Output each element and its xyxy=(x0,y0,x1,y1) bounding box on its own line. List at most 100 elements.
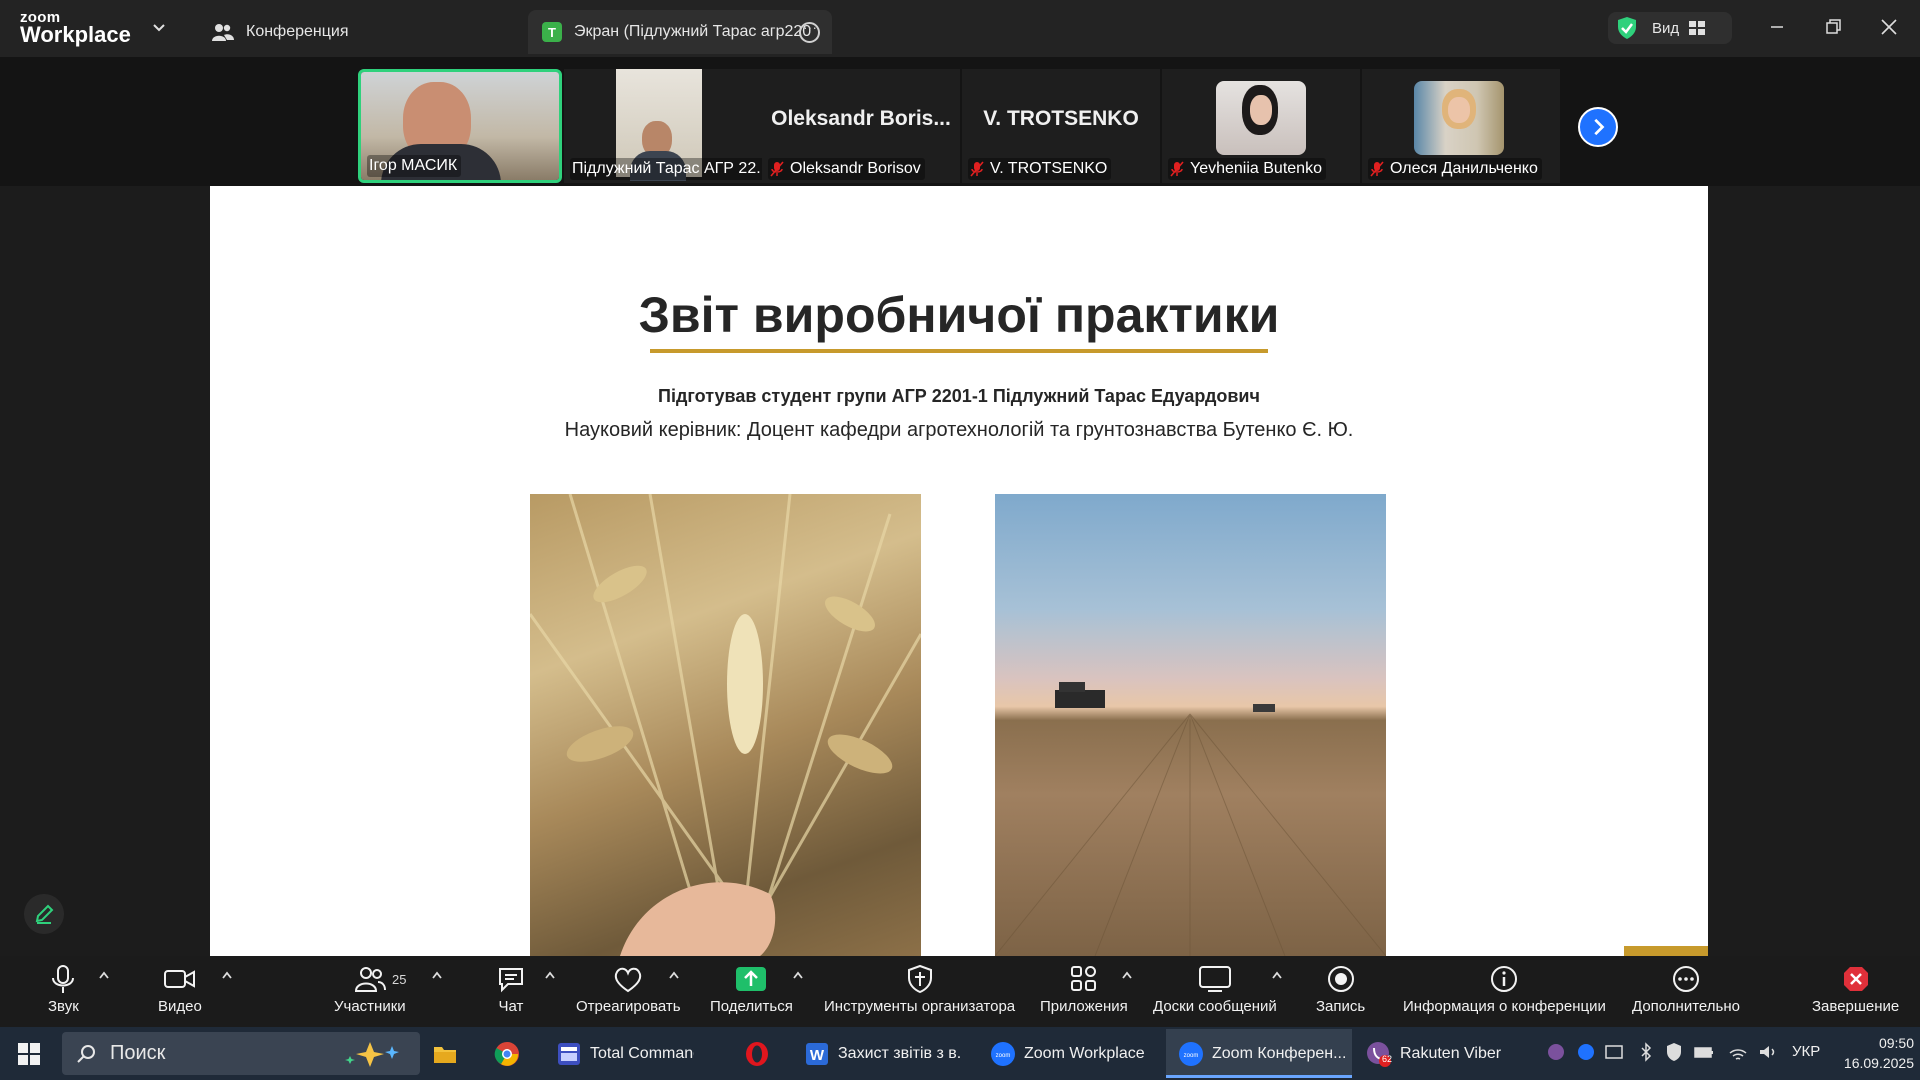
share-screen-icon xyxy=(736,967,767,991)
taskbar-item-label: Zoom Конферен... xyxy=(1212,1044,1347,1062)
clock-date: 16.09.2025 xyxy=(1843,1055,1914,1071)
title-bar: zoom Workplace Конференция T Экран (Підл… xyxy=(0,0,1920,57)
bluetooth-icon[interactable] xyxy=(1636,1041,1656,1063)
taskbar-chrome[interactable] xyxy=(494,1029,536,1078)
taskbar-search[interactable]: Поиск xyxy=(62,1032,420,1075)
participant-tile[interactable]: Олеся Данильченко xyxy=(1362,69,1560,183)
participant-tile[interactable]: Oleksandr Boris... Oleksandr Borisov xyxy=(762,69,960,183)
chevron-up-icon[interactable] xyxy=(668,970,680,980)
taskbar-item-label: Zoom Workplace xyxy=(1024,1044,1145,1062)
chat-button[interactable]: Чат xyxy=(496,964,526,1024)
zoom-icon: zoom xyxy=(1179,1041,1203,1066)
svg-text:zoom: zoom xyxy=(996,1053,1011,1059)
wifi-icon[interactable] xyxy=(1728,1041,1748,1063)
taskbar-file-explorer[interactable] xyxy=(432,1029,474,1078)
more-options-icon[interactable] xyxy=(799,19,820,43)
brand-large: Workplace xyxy=(20,22,131,47)
taskbar-zoom-workplace[interactable]: zoom Zoom Workplace xyxy=(990,1029,1160,1078)
mic-muted-icon xyxy=(1370,161,1384,177)
apps-button[interactable]: Приложения xyxy=(1040,964,1128,1024)
react-button[interactable]: Отреагировать xyxy=(576,964,681,1024)
shared-screen: Звіт виробничої практики Підготував студ… xyxy=(0,186,1920,956)
video-button[interactable]: Видео xyxy=(158,964,202,1024)
minimize-icon[interactable] xyxy=(1764,14,1790,40)
chrome-icon xyxy=(494,1041,519,1066)
restore-icon[interactable] xyxy=(1820,14,1846,40)
opera-icon xyxy=(746,1041,768,1066)
taskbar-opera[interactable] xyxy=(744,1029,786,1078)
windows-start-icon[interactable] xyxy=(18,1043,40,1065)
view-label: Вид xyxy=(1652,19,1680,37)
folder-icon xyxy=(434,1046,456,1063)
end-meeting-button[interactable]: Завершение xyxy=(1812,964,1899,1024)
more-button[interactable]: Дополнительно xyxy=(1632,964,1740,1024)
participant-tile[interactable]: Yevheniia Butenko xyxy=(1162,69,1360,183)
participants-label: Участники xyxy=(334,998,406,1015)
shield-icon xyxy=(907,964,932,994)
participant-strip: Ігор МАСИК Підлужний Тарас АГР 22... Ole… xyxy=(0,57,1920,186)
chevron-up-icon[interactable] xyxy=(221,970,233,980)
slide-accent-bar xyxy=(1624,946,1708,956)
zoom-tray-icon[interactable] xyxy=(1576,1041,1596,1063)
chevron-up-icon[interactable] xyxy=(792,970,804,980)
mic-muted-icon xyxy=(1170,161,1184,177)
tab-meeting[interactable]: Конференция xyxy=(212,10,349,54)
system-clock[interactable]: 09:50 16.09.2025 xyxy=(1834,1033,1914,1073)
end-meeting-icon xyxy=(1843,967,1868,991)
volume-icon[interactable] xyxy=(1758,1041,1778,1063)
zoom-workplace-logo[interactable]: zoom Workplace xyxy=(20,10,131,46)
tab-screen-share[interactable]: T Экран (Підлужний Тарас агр220 xyxy=(528,10,832,54)
participant-tile[interactable]: Ігор МАСИК xyxy=(358,69,562,183)
viber-tray-icon[interactable] xyxy=(1546,1041,1566,1063)
host-tools-button[interactable]: Инструменты организатора xyxy=(824,964,1015,1024)
more-icon xyxy=(1672,966,1699,992)
people-icon xyxy=(212,24,234,41)
chevron-up-icon[interactable] xyxy=(1271,970,1283,980)
record-button[interactable]: Запись xyxy=(1316,964,1365,1024)
chevron-up-icon[interactable] xyxy=(1121,970,1133,980)
participant-tile[interactable]: V. TROTSENKO V. TROTSENKO xyxy=(962,69,1160,183)
more-label: Дополнительно xyxy=(1632,998,1740,1015)
meeting-info-button[interactable]: Информация о конференции xyxy=(1403,964,1606,1024)
next-page-icon[interactable] xyxy=(1578,107,1618,147)
active-indicator xyxy=(1166,1075,1352,1078)
battery-icon[interactable] xyxy=(1694,1041,1714,1063)
share-button[interactable]: Поделиться xyxy=(710,964,793,1024)
slide-supervisor: Науковий керівник: Доцент кафедри агроте… xyxy=(564,419,1354,441)
view-button[interactable]: Вид xyxy=(1608,12,1732,44)
whiteboards-button[interactable]: Доски сообщений xyxy=(1153,964,1277,1024)
taskbar-word-document[interactable]: W Захист звітів з в... xyxy=(804,1029,960,1078)
close-icon[interactable] xyxy=(1876,14,1902,40)
taskbar-zoom-meeting[interactable]: zoom Zoom Конферен... xyxy=(1166,1029,1352,1078)
heart-icon xyxy=(615,967,642,993)
apps-label: Приложения xyxy=(1040,998,1128,1015)
mic-muted-icon xyxy=(970,161,984,177)
network-monitor-icon[interactable] xyxy=(1604,1041,1624,1063)
wheat-photo xyxy=(530,494,921,956)
participant-name: V. TROTSENKO xyxy=(968,158,1112,180)
chevron-up-icon[interactable] xyxy=(431,970,443,980)
participant-tile[interactable]: Підлужний Тарас АГР 22... xyxy=(564,69,762,183)
presentation-slide: Звіт виробничої практики Підготував студ… xyxy=(210,186,1708,956)
chevron-up-icon[interactable] xyxy=(98,970,110,980)
participant-name: Oleksandr Borisov xyxy=(768,158,925,180)
svg-text:zoom: zoom xyxy=(1184,1053,1199,1059)
security-icon[interactable] xyxy=(1664,1041,1684,1063)
host-tools-label: Инструменты организатора xyxy=(824,998,1016,1015)
chevron-up-icon[interactable] xyxy=(544,970,556,980)
taskbar-total-commander[interactable]: Total Commande... xyxy=(556,1029,694,1078)
grid-icon xyxy=(1689,21,1706,35)
input-language[interactable]: УКР xyxy=(1792,1043,1820,1060)
tab-meeting-label: Конференция xyxy=(246,23,349,40)
pencil-icon[interactable] xyxy=(24,894,64,934)
avatar-face xyxy=(1250,95,1272,125)
taskbar-item-label: Захист звітів з в... xyxy=(838,1044,960,1062)
participant-name: Yevheniia Butenko xyxy=(1168,158,1326,180)
participant-display-name: Oleksandr Boris... xyxy=(771,107,951,130)
chevron-down-icon[interactable] xyxy=(152,20,166,34)
taskbar-item-label: Rakuten Viber xyxy=(1400,1044,1502,1062)
participants-icon xyxy=(354,967,386,992)
windows-taskbar: Поиск Total Commande... W Захист звітів … xyxy=(0,1027,1920,1080)
participant-name: Ігор МАСИК xyxy=(367,155,462,177)
audio-button[interactable]: Звук xyxy=(48,964,79,1024)
